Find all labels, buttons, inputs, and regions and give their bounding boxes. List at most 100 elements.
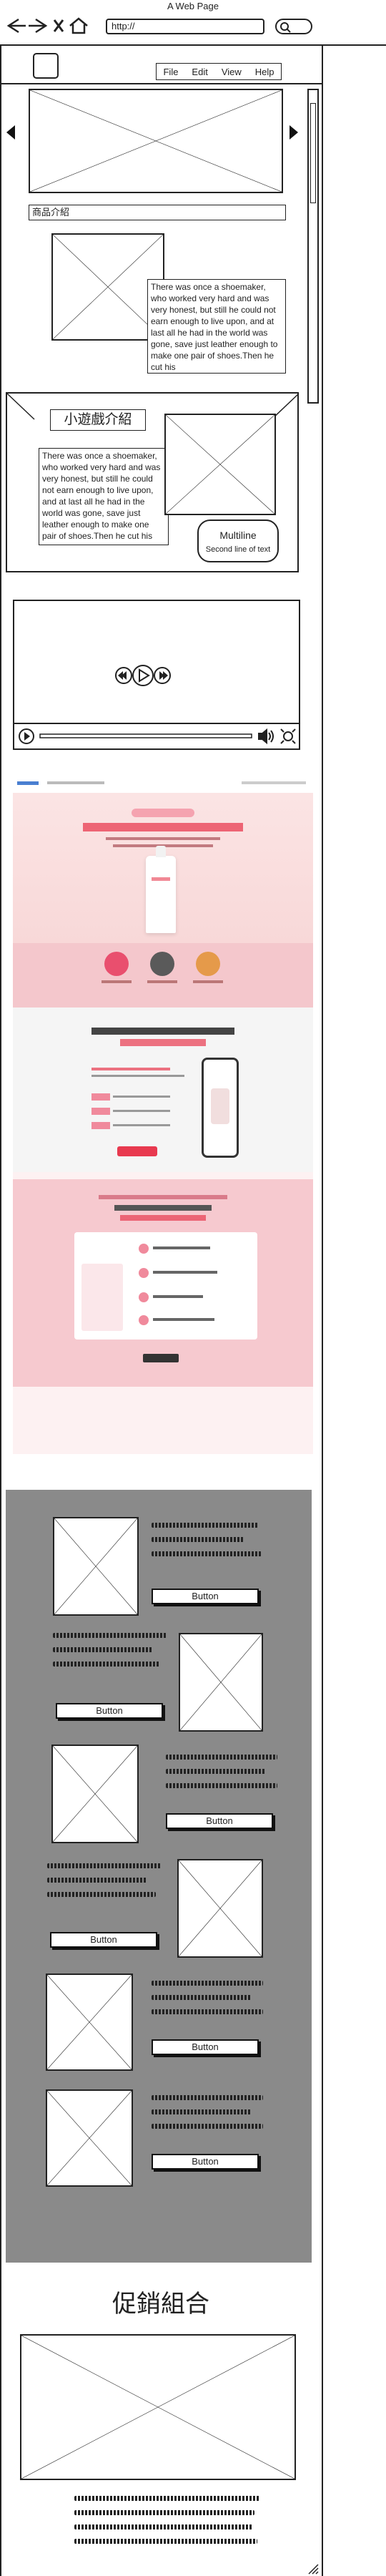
card-5-text-2 xyxy=(152,1995,252,2000)
card-1-text-3 xyxy=(152,1551,262,1556)
product-landing-screenshot xyxy=(13,774,313,1454)
search-icon xyxy=(280,22,291,33)
frame-left xyxy=(0,46,1,2576)
close-icon[interactable] xyxy=(53,19,64,32)
card-5-text-1 xyxy=(152,1981,263,1986)
game-intro-label: 小遊戲介紹 xyxy=(50,409,146,431)
ingredient-1 xyxy=(104,952,129,976)
menu-edit[interactable]: Edit xyxy=(192,67,207,77)
features-card xyxy=(74,1232,257,1340)
card-4-text-2 xyxy=(47,1878,147,1883)
volume-icon[interactable] xyxy=(258,728,274,745)
event-tag-3 xyxy=(91,1122,110,1129)
browser-chrome: A Web Page http:// xyxy=(0,0,386,46)
card-2-text-2 xyxy=(53,1647,153,1652)
bubble-subtitle: Second line of text xyxy=(205,545,271,554)
card-2-image xyxy=(179,1633,263,1732)
features-product xyxy=(81,1264,123,1331)
progress-track[interactable] xyxy=(39,733,252,738)
scrollbar[interactable] xyxy=(307,89,319,404)
promo-text-1 xyxy=(74,2496,260,2501)
bubble-title: Multiline xyxy=(219,530,257,541)
card-6-text-3 xyxy=(152,2124,263,2129)
search-field[interactable] xyxy=(275,19,312,34)
features-cta xyxy=(143,1354,179,1362)
event-tag-1 xyxy=(91,1093,110,1101)
hero-product-tube xyxy=(146,846,176,933)
event-cta xyxy=(117,1146,157,1156)
menu-bar: File Edit View Help xyxy=(156,63,282,80)
window-title: A Web Page xyxy=(167,1,219,11)
ingredient-label-3 xyxy=(193,980,223,983)
video-divider xyxy=(14,723,299,724)
play-icon[interactable] xyxy=(132,665,154,686)
rewind-icon[interactable] xyxy=(115,667,132,684)
landing-nav xyxy=(13,774,313,793)
forward-arrow-icon[interactable] xyxy=(29,18,48,34)
promo-text-4 xyxy=(74,2539,257,2544)
menu-view[interactable]: View xyxy=(222,67,242,77)
fullscreen-icon[interactable] xyxy=(280,728,296,744)
card-6-image xyxy=(46,2089,133,2187)
carousel-next-arrow[interactable] xyxy=(289,125,299,140)
landing-features xyxy=(13,1179,313,1387)
carousel-prev-arrow[interactable] xyxy=(6,125,16,140)
card-3-text-3 xyxy=(166,1783,277,1788)
event-tag-text-2 xyxy=(113,1110,170,1112)
small-play-icon[interactable] xyxy=(19,728,34,744)
product-intro-text: There was once a shoemaker, who worked v… xyxy=(147,279,286,374)
event-tag-2 xyxy=(91,1108,110,1115)
home-icon[interactable] xyxy=(69,17,88,34)
card-2-text-3 xyxy=(53,1662,160,1667)
card-4-text-3 xyxy=(47,1892,156,1897)
card-6-button[interactable]: Button xyxy=(152,2154,259,2170)
menu-divider xyxy=(1,83,322,84)
ingredient-3 xyxy=(196,952,220,976)
menu-file[interactable]: File xyxy=(163,67,178,77)
menu-help[interactable]: Help xyxy=(255,67,274,77)
app-logo xyxy=(33,53,59,79)
ingredient-label-1 xyxy=(102,980,132,983)
promo-text-2 xyxy=(74,2510,254,2515)
event-line-2 xyxy=(91,1075,184,1077)
features-kicker xyxy=(99,1195,227,1199)
features-subtitle xyxy=(120,1215,206,1221)
card-2-button[interactable]: Button xyxy=(56,1703,163,1719)
page: A Web Page http:// File Edit View Help 商… xyxy=(0,0,386,2576)
card-1-text-2 xyxy=(152,1537,244,1542)
landing-menu xyxy=(47,781,104,784)
card-1-image xyxy=(53,1517,139,1616)
event-title xyxy=(91,1028,234,1035)
hero-title xyxy=(83,823,243,831)
event-tag-text-1 xyxy=(113,1096,170,1098)
fast-forward-icon[interactable] xyxy=(154,667,171,684)
card-1-button[interactable]: Button xyxy=(152,1589,259,1604)
ingredient-label-2 xyxy=(147,980,177,983)
video-player[interactable] xyxy=(13,600,300,750)
game-intro-text: There was once a shoemaker, who worked v… xyxy=(39,448,169,545)
event-phone xyxy=(202,1058,239,1158)
back-arrow-icon[interactable] xyxy=(6,18,26,34)
card-5-image xyxy=(46,1974,133,2071)
scroll-thumb[interactable] xyxy=(310,103,316,203)
card-3-image xyxy=(51,1745,139,1843)
event-line-1 xyxy=(91,1068,170,1070)
resize-grip-icon[interactable] xyxy=(306,2563,319,2575)
landing-event xyxy=(13,1008,313,1172)
landing-hero xyxy=(13,793,313,1008)
card-5-button[interactable]: Button xyxy=(152,2039,259,2055)
hero-sub1 xyxy=(106,837,220,840)
features-title xyxy=(114,1205,212,1211)
event-subtitle xyxy=(120,1039,206,1046)
card-3-text-1 xyxy=(166,1755,277,1760)
ingredient-2 xyxy=(150,952,174,976)
card-4-button[interactable]: Button xyxy=(50,1932,157,1948)
card-3-button[interactable]: Button xyxy=(166,1813,273,1829)
promo-text-3 xyxy=(74,2524,253,2529)
landing-logo xyxy=(17,781,39,785)
url-field[interactable]: http:// xyxy=(106,19,264,34)
game-speech-bubble: Multiline Second line of text xyxy=(197,519,279,562)
card-4-image xyxy=(177,1859,263,1958)
card-5-text-3 xyxy=(152,2009,263,2014)
promo-image xyxy=(20,2334,296,2480)
